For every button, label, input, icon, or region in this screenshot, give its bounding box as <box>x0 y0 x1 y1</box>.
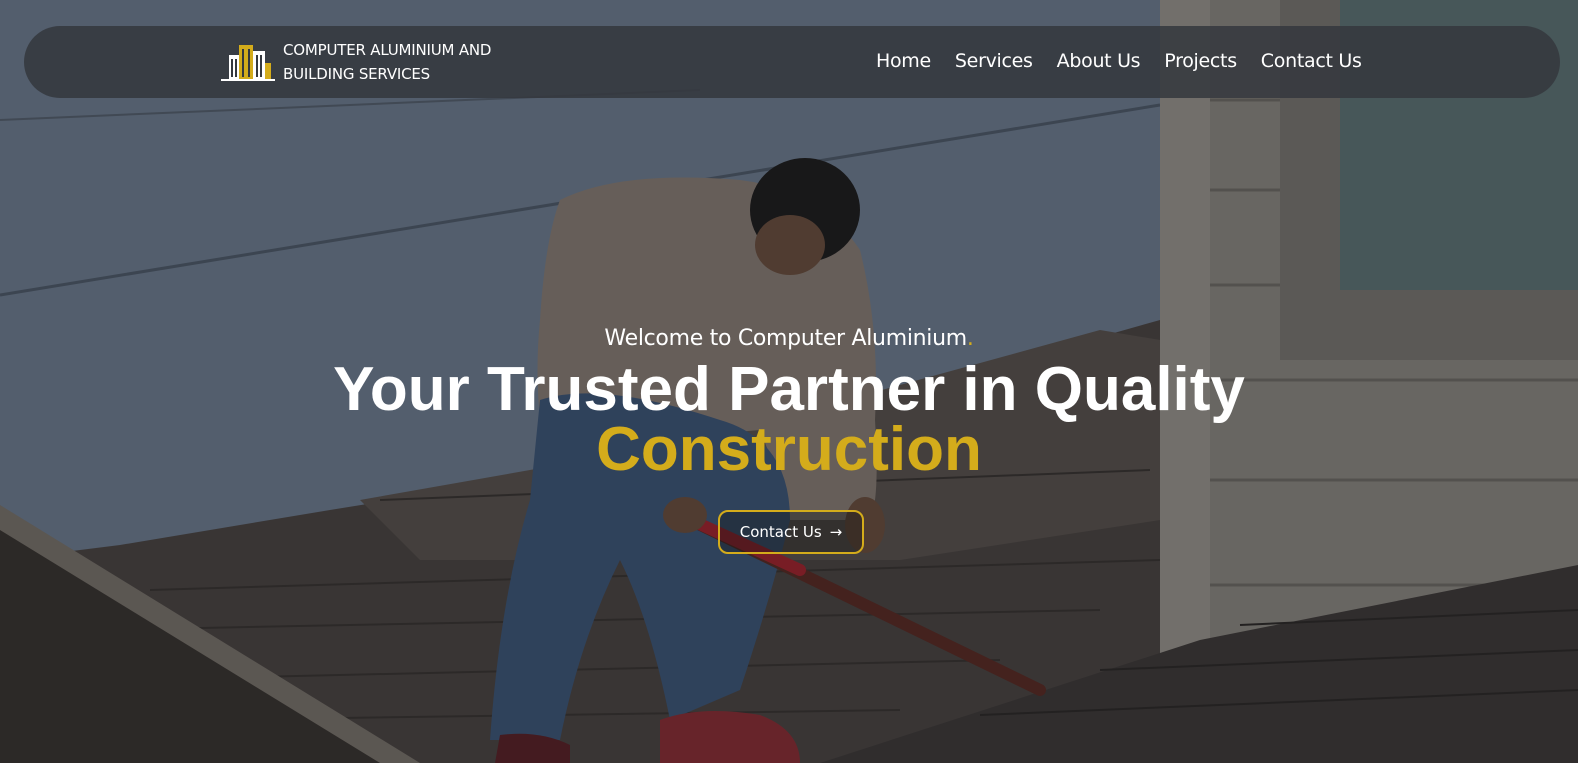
brand-line-1: COMPUTER ALUMINIUM AND <box>283 41 492 59</box>
nav-link-about-us[interactable]: About Us <box>1057 50 1141 72</box>
welcome-text: Welcome to Computer Aluminium. <box>0 322 1578 356</box>
contact-us-button-label: Contact Us <box>739 523 822 541</box>
headline-line-1: Your Trusted Partner in Quality <box>333 355 1245 424</box>
hero-content: Welcome to Computer Aluminium. Your Trus… <box>0 322 1578 554</box>
arrow-right-icon: → <box>829 523 843 541</box>
welcome-label: Welcome to Computer Aluminium <box>604 326 967 351</box>
welcome-accent-dot: . <box>966 326 974 351</box>
top-navbar: COMPUTER ALUMINIUM AND BUILDING SERVICES… <box>24 26 1560 98</box>
hero-headline: Your Trusted Partner in Quality Construc… <box>0 359 1578 484</box>
hero-section: COMPUTER ALUMINIUM AND BUILDING SERVICES… <box>0 0 1578 763</box>
brand-line-2: BUILDING SERVICES <box>283 65 430 83</box>
nav-link-services[interactable]: Services <box>955 50 1033 72</box>
building-icon <box>221 45 275 81</box>
nav-menu: Home Services About Us Projects Contact … <box>876 50 1362 72</box>
headline-accent-line: Construction <box>596 415 982 484</box>
brand-name: COMPUTER ALUMINIUM AND BUILDING SERVICES <box>283 38 523 86</box>
nav-link-projects[interactable]: Projects <box>1164 50 1237 72</box>
brand-logo[interactable]: COMPUTER ALUMINIUM AND BUILDING SERVICES <box>221 38 523 86</box>
contact-us-button[interactable]: Contact Us → <box>717 510 865 554</box>
nav-link-home[interactable]: Home <box>876 50 931 72</box>
nav-link-contact-us[interactable]: Contact Us <box>1261 50 1362 72</box>
